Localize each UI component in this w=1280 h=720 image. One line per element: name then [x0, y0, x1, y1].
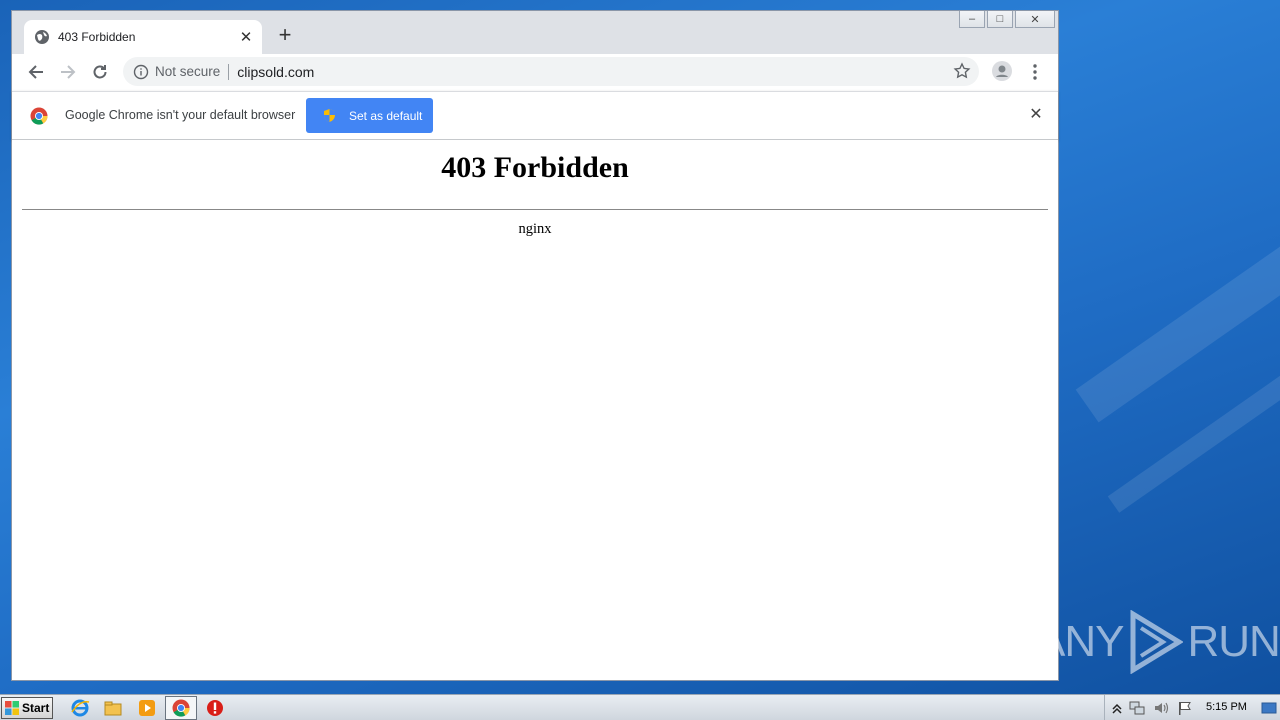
shield-icon	[324, 109, 335, 122]
forward-icon	[61, 65, 76, 79]
explorer-icon[interactable]	[103, 698, 123, 718]
media-player-icon[interactable]	[137, 698, 157, 718]
default-browser-infobar: Google Chrome isn't your default browser…	[12, 91, 1058, 140]
menu-icon[interactable]	[1026, 62, 1044, 82]
page-content: 403 Forbidden nginx	[12, 140, 1058, 680]
security-label[interactable]: Not secure	[155, 64, 220, 79]
chrome-logo-icon	[30, 107, 48, 125]
toolbar: Not secure clipsold.com	[12, 54, 1058, 91]
tray-expand-icon[interactable]	[1109, 700, 1125, 716]
horizontal-rule	[22, 209, 1048, 210]
clock[interactable]: 5:15 PM	[1206, 701, 1247, 713]
watermark-right-text: RUN	[1187, 617, 1280, 666]
divider	[228, 63, 230, 80]
star-icon[interactable]	[953, 62, 971, 80]
infobar-close-button[interactable]: ✕	[1028, 107, 1044, 123]
desktop-streak	[1075, 217, 1280, 423]
restore-button[interactable]: □	[987, 11, 1013, 28]
minimize-button[interactable]: –	[959, 11, 985, 28]
url-text[interactable]: clipsold.com	[237, 64, 314, 80]
watermark-left-text: ANY	[1036, 617, 1124, 666]
profile-icon[interactable]	[992, 61, 1012, 81]
tab-active[interactable]: 403 Forbidden ✕	[24, 20, 262, 54]
back-icon	[28, 65, 43, 79]
flag-icon[interactable]	[1177, 700, 1193, 716]
page-heading: 403 Forbidden	[441, 151, 629, 184]
reload-icon	[93, 65, 107, 79]
back-button[interactable]	[24, 60, 48, 84]
chrome-taskbar-button[interactable]	[165, 696, 197, 720]
show-desktop-icon[interactable]	[1261, 700, 1277, 716]
windows-icon	[5, 701, 19, 715]
window-controls: – □ ✕	[959, 11, 1055, 28]
window-close-button[interactable]: ✕	[1015, 11, 1055, 28]
globe-icon	[35, 30, 49, 44]
tab-title: 403 Forbidden	[58, 30, 136, 44]
speaker-icon[interactable]	[1153, 700, 1169, 716]
server-name: nginx	[518, 221, 552, 237]
infobar-message: Google Chrome isn't your default browser	[65, 108, 296, 122]
close-icon[interactable]: ✕	[236, 27, 256, 47]
network-icon[interactable]	[1129, 700, 1145, 716]
set-as-default-button[interactable]: Set as default	[306, 98, 433, 133]
info-icon[interactable]	[133, 64, 149, 80]
anyrun-watermark: ANY RUN	[1036, 610, 1280, 674]
browser-window: – □ ✕ 403 Forbidden ✕ + Not secure clips…	[11, 10, 1059, 681]
stop-icon[interactable]	[205, 698, 225, 718]
play-logo-icon	[1130, 610, 1184, 674]
new-tab-button[interactable]: +	[274, 24, 296, 47]
address-bar[interactable]: Not secure clipsold.com	[123, 57, 979, 86]
system-tray	[1104, 695, 1280, 720]
set-as-default-label: Set as default	[349, 108, 423, 123]
start-button[interactable]: Start	[1, 697, 53, 719]
reload-button[interactable]	[88, 60, 112, 84]
ie-icon[interactable]	[70, 698, 90, 718]
start-label: Start	[22, 701, 50, 715]
taskbar: Start 5:15 PM	[0, 694, 1280, 720]
chrome-icon	[172, 699, 190, 717]
forward-button[interactable]	[56, 60, 80, 84]
